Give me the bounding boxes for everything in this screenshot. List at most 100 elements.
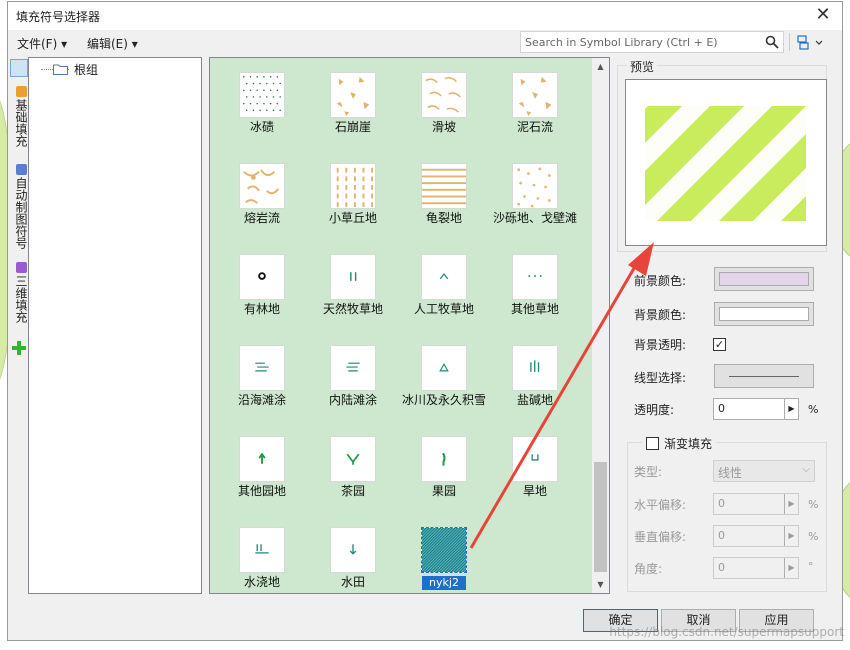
tab-3d-fill[interactable]: 三维填充: [10, 262, 30, 323]
symbol-cell[interactable]: 龟裂地: [398, 163, 490, 249]
bg-color-button[interactable]: [714, 302, 814, 326]
symbol-thumbnail: [512, 254, 558, 300]
grid-scrollbar[interactable]: ▲ ▼: [592, 58, 609, 593]
symbol-cell[interactable]: 冰川及永久积雪: [398, 345, 490, 431]
symbol-cell[interactable]: 旱地: [489, 436, 581, 522]
gradient-fill-toggle[interactable]: 渐变填充: [642, 435, 717, 452]
symbol-label: 龟裂地: [425, 211, 462, 225]
scroll-down-icon[interactable]: ▼: [592, 576, 609, 593]
search-input[interactable]: [525, 34, 755, 50]
symbol-cell[interactable]: 人工牧草地: [398, 254, 490, 340]
symbol-label: 旱地: [522, 484, 547, 498]
scroll-thumb[interactable]: [594, 462, 607, 572]
symbol-thumbnail: [330, 72, 376, 118]
symbol-cell[interactable]: 果园: [398, 436, 490, 522]
preview-fill-swatch: [645, 106, 806, 221]
symbol-cell[interactable]: 冰碛: [216, 72, 308, 158]
tab-auto-map-symbols[interactable]: 自动制图符号: [10, 164, 30, 249]
bg-color-label: 背景颜色:: [634, 308, 687, 322]
preview-title: 预览: [627, 58, 658, 75]
symbol-cell[interactable]: 天然牧草地: [307, 254, 399, 340]
symbol-thumbnail: [421, 436, 467, 482]
symbol-label: 天然牧草地: [322, 302, 383, 316]
symbol-cell[interactable]: 石崩崖: [307, 72, 399, 158]
window-title: 填充符号选择器: [16, 10, 101, 24]
symbol-thumbnail: [512, 436, 558, 482]
spinner-arrow-icon[interactable]: ▶: [784, 399, 798, 419]
library-icon: [15, 164, 27, 175]
symbol-label: 水田: [340, 575, 365, 589]
symbol-label: 人工牧草地: [413, 302, 474, 316]
line-style-sample: [729, 376, 799, 377]
folder-icon: [53, 64, 68, 75]
symbol-cell[interactable]: 泥石流: [489, 72, 581, 158]
symbol-thumbnail: [330, 527, 376, 573]
spinner-arrow-icon[interactable]: ▶: [784, 494, 798, 514]
symbol-pattern-icon: [425, 77, 461, 113]
menu-file[interactable]: 文件(F) ▾: [17, 35, 67, 52]
fg-color-button[interactable]: [714, 267, 814, 291]
menu-edit[interactable]: 编辑(E) ▾: [87, 35, 138, 52]
symbol-cell[interactable]: 水田: [307, 527, 399, 613]
add-library-icon[interactable]: [10, 339, 28, 357]
search-icon[interactable]: [765, 35, 779, 49]
symbol-pattern-icon: [422, 168, 466, 205]
symbol-pattern-icon: [349, 544, 357, 555]
spinner-arrow-icon[interactable]: ▶: [784, 526, 798, 546]
symbol-cell[interactable]: 熔岩流: [216, 163, 308, 249]
view-mode-button[interactable]: [794, 33, 828, 51]
v-offset-unit: %: [808, 530, 819, 543]
symbol-cell[interactable]: 有林地: [216, 254, 308, 340]
symbol-cell[interactable]: 水浇地: [216, 527, 308, 613]
v-offset-value: 0: [718, 529, 725, 542]
gradient-type-value: 线性: [718, 466, 743, 480]
spinner-arrow-icon[interactable]: ▶: [784, 558, 798, 578]
folder-icon[interactable]: [10, 59, 28, 77]
symbol-cell[interactable]: 内陆滩涂: [307, 345, 399, 431]
scroll-up-icon[interactable]: ▲: [592, 58, 609, 75]
symbol-label: 冰碛: [249, 120, 274, 134]
symbol-pattern-icon: [243, 169, 280, 204]
symbol-cell[interactable]: 其他草地: [489, 254, 581, 340]
symbol-label: 内陆滩涂: [328, 393, 377, 407]
symbol-label: 其他草地: [510, 302, 559, 316]
angle-value: 0: [718, 561, 725, 574]
angle-label: 角度:: [634, 562, 663, 576]
symbol-pattern-icon: [439, 363, 449, 372]
close-icon[interactable]: ✕: [812, 4, 834, 26]
symbol-cell[interactable]: 滑坡: [398, 72, 490, 158]
h-offset-spinner[interactable]: 0 ▶: [713, 493, 799, 515]
gradient-fill-checkbox[interactable]: [646, 437, 659, 450]
symbol-cell[interactable]: 沙砾地、戈壁滩: [489, 163, 581, 249]
symbol-cell[interactable]: 盐碱地: [489, 345, 581, 431]
symbol-pattern-icon: [422, 528, 466, 572]
symbol-pattern-icon: [336, 167, 374, 208]
tab-basic-fill[interactable]: 基础填充: [10, 86, 30, 147]
bg-transparent-checkbox[interactable]: ✓: [713, 338, 726, 351]
line-style-button[interactable]: [714, 364, 814, 388]
library-icon: [15, 262, 27, 273]
symbol-pattern-icon: [258, 272, 266, 280]
angle-spinner[interactable]: 0 ▶: [713, 557, 799, 579]
symbol-pattern-icon: [255, 544, 269, 554]
symbol-thumbnail: [512, 72, 558, 118]
symbol-thumbnail: [421, 254, 467, 300]
symbol-label: 冰川及永久积雪: [401, 393, 486, 407]
symbol-thumbnail: [512, 345, 558, 391]
symbol-cell[interactable]: 小草丘地: [307, 163, 399, 249]
symbol-thumbnail: [421, 163, 467, 209]
symbol-cell[interactable]: 茶园: [307, 436, 399, 522]
symbol-cell[interactable]: 其他园地: [216, 436, 308, 522]
symbol-label: 盐碱地: [516, 393, 553, 407]
symbol-label: nykj2: [422, 576, 466, 590]
symbol-pattern-icon: [346, 362, 360, 372]
symbol-cell[interactable]: 沿海滩涂: [216, 345, 308, 431]
gradient-type-select[interactable]: 线性 ⌵: [713, 460, 815, 482]
symbol-cell[interactable]: nykj2: [398, 527, 490, 613]
v-offset-spinner[interactable]: 0 ▶: [713, 525, 799, 547]
symbol-pattern-icon: [258, 452, 266, 464]
symbol-thumbnail: [330, 254, 376, 300]
symbol-label: 泥石流: [516, 120, 553, 134]
symbol-label: 滑坡: [431, 120, 456, 134]
opacity-spinner[interactable]: 0 ▶: [713, 398, 799, 420]
